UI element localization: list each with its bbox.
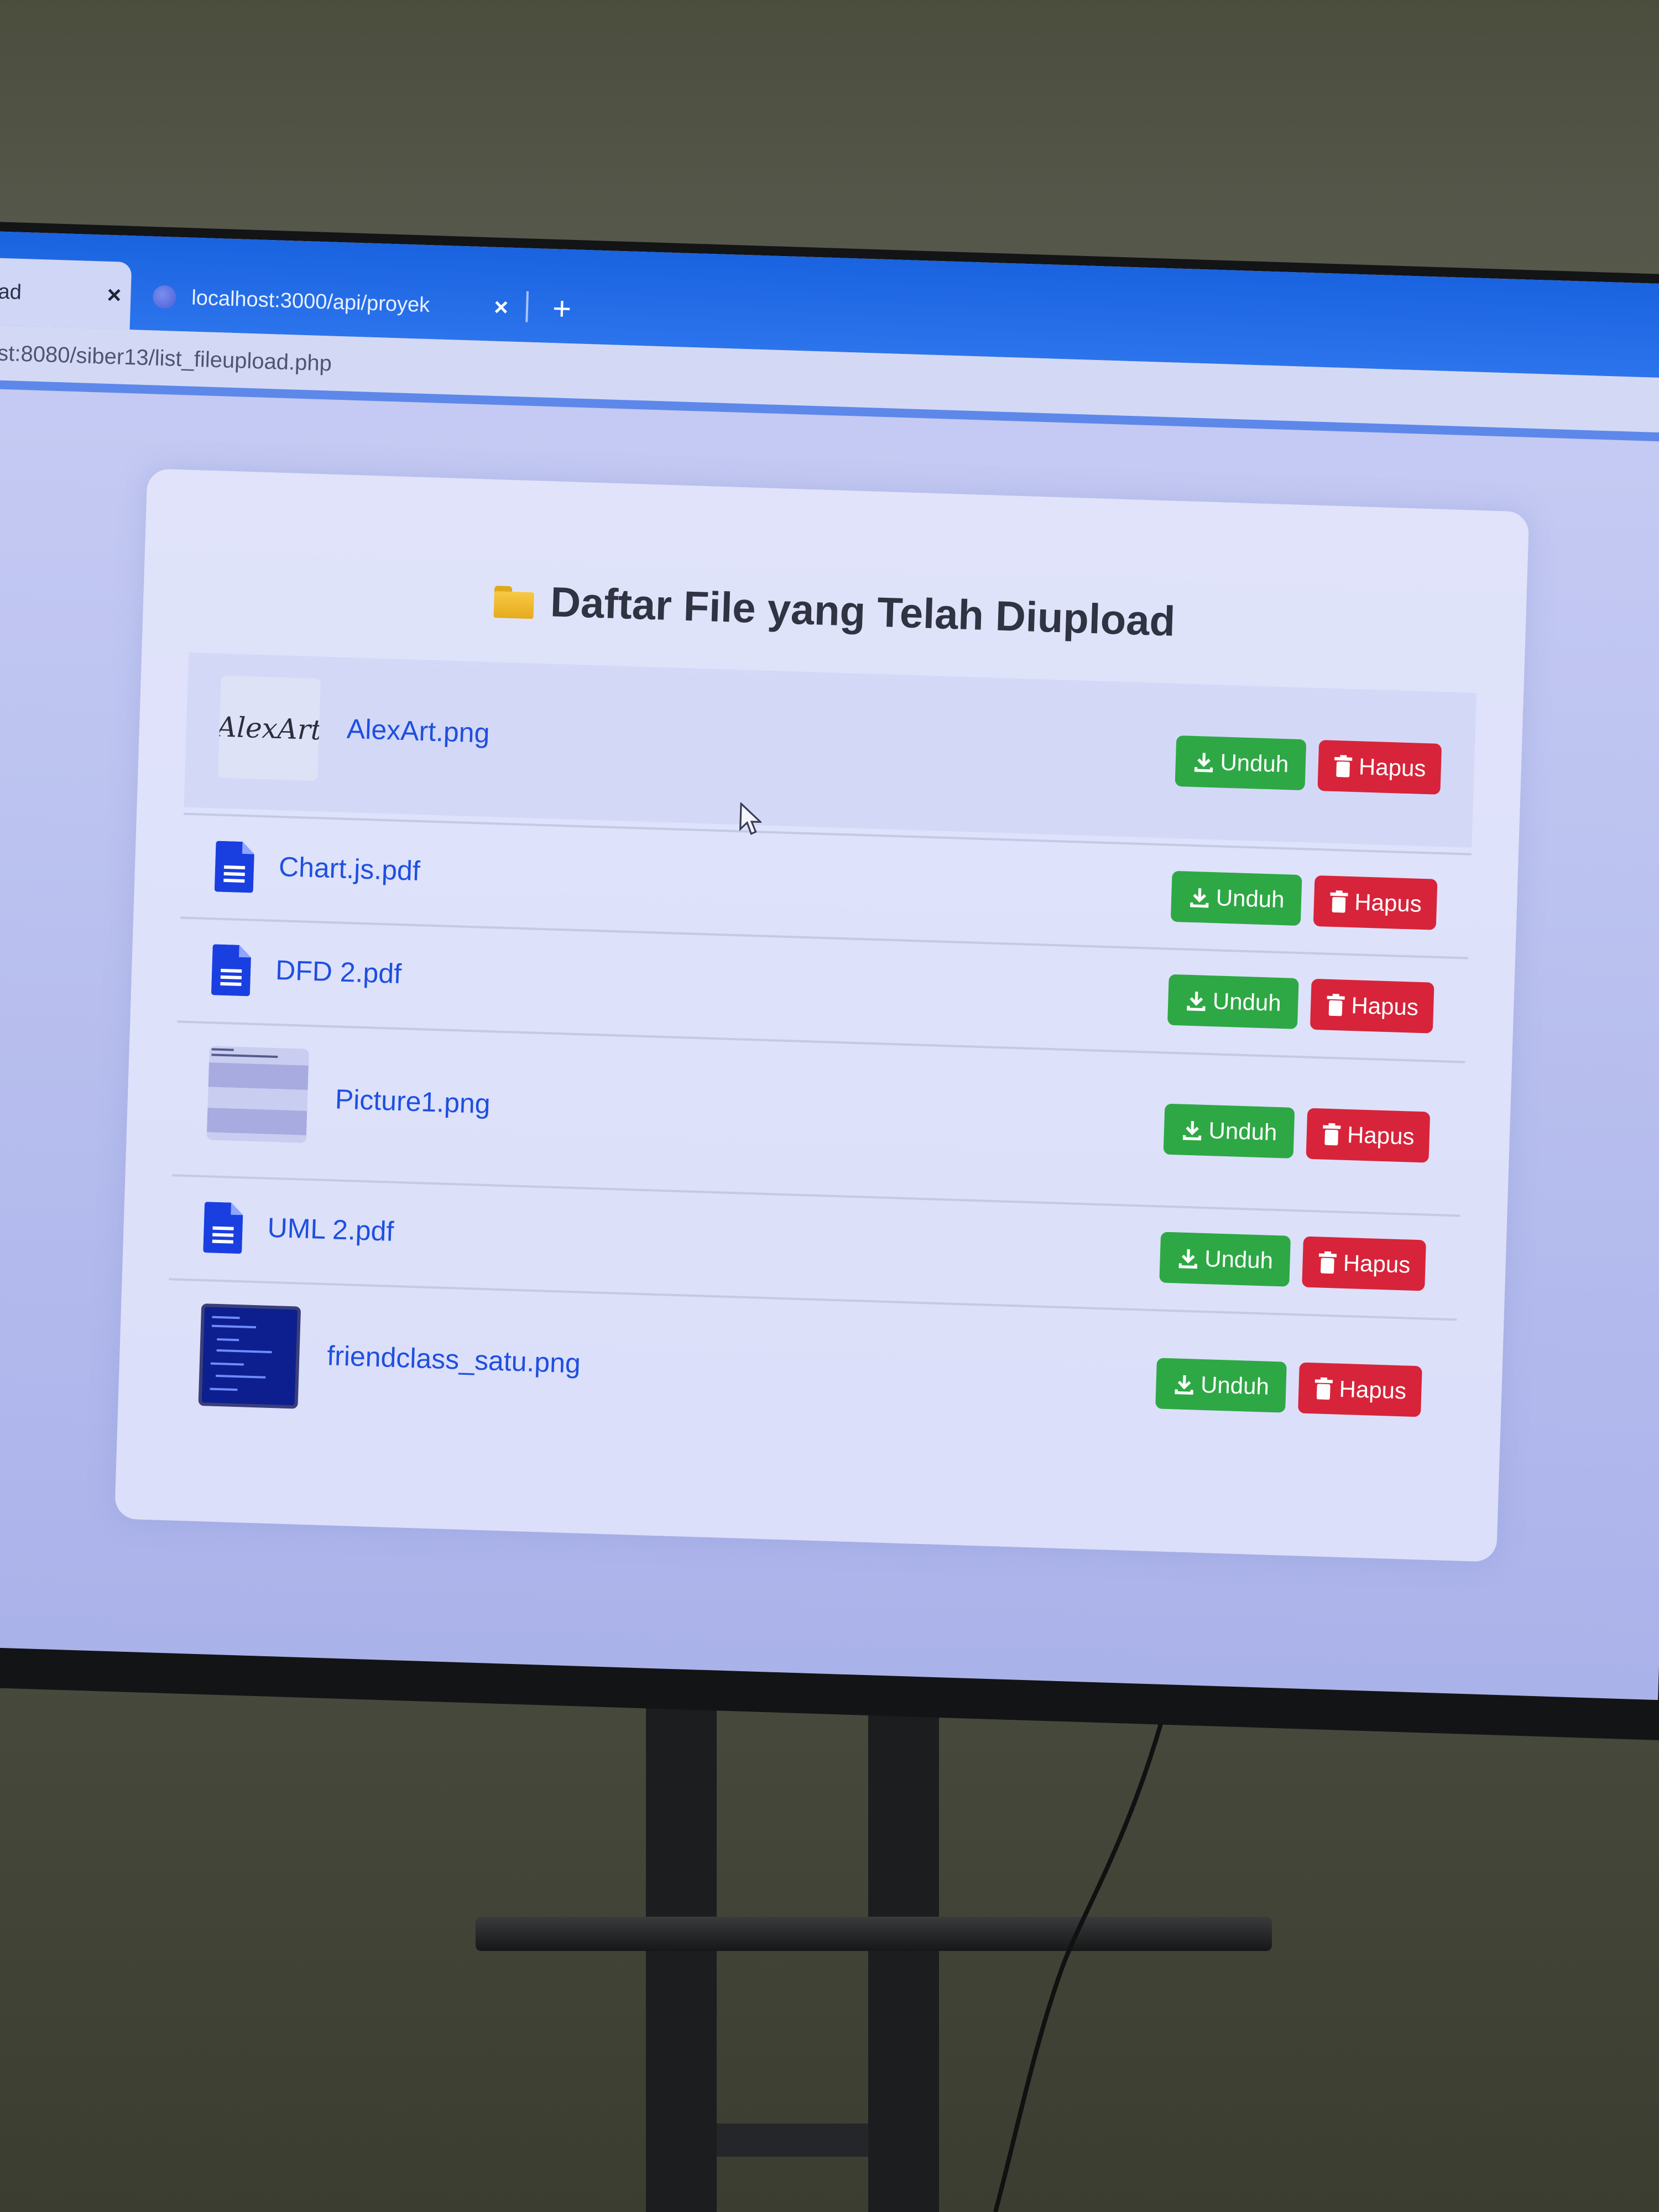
download-icon bbox=[1182, 1121, 1201, 1141]
file-list-card: Daftar File yang Telah Diupload AlexArt … bbox=[114, 468, 1530, 1562]
tab-separator bbox=[525, 291, 529, 322]
file-link[interactable]: AlexArt.png bbox=[346, 713, 490, 749]
download-label: Unduh bbox=[1200, 1371, 1270, 1400]
download-icon bbox=[1175, 1375, 1193, 1395]
tab-inactive-close-icon[interactable]: × bbox=[484, 293, 518, 322]
delete-label: Hapus bbox=[1343, 1249, 1411, 1278]
file-thumbnail: AlexArt bbox=[218, 675, 321, 781]
folder-icon bbox=[493, 586, 534, 619]
tab-active-label: ad bbox=[0, 280, 22, 304]
download-button[interactable]: Unduh bbox=[1159, 1232, 1291, 1287]
tab-active-close-icon[interactable]: × bbox=[97, 281, 132, 310]
delete-label: Hapus bbox=[1339, 1375, 1407, 1404]
monitor-stand-crossbar bbox=[717, 2124, 868, 2157]
delete-button[interactable]: Hapus bbox=[1302, 1236, 1426, 1291]
download-button[interactable]: Unduh bbox=[1170, 870, 1302, 926]
trash-icon bbox=[1334, 755, 1353, 778]
trash-icon bbox=[1315, 1377, 1333, 1400]
trash-icon bbox=[1330, 890, 1348, 913]
delete-button[interactable]: Hapus bbox=[1310, 978, 1434, 1034]
download-label: Unduh bbox=[1208, 1117, 1278, 1145]
download-button[interactable]: Unduh bbox=[1167, 974, 1299, 1030]
file-link[interactable]: friendclass_satu.png bbox=[327, 1339, 581, 1379]
download-label: Unduh bbox=[1215, 884, 1285, 913]
download-icon bbox=[1190, 888, 1209, 908]
monitor-screen: ad × localhost:3000/api/proyek × + ost:8… bbox=[0, 231, 1659, 1700]
mouse-cursor-icon bbox=[739, 802, 763, 836]
document-icon bbox=[203, 1202, 243, 1254]
download-button[interactable]: Unduh bbox=[1155, 1358, 1287, 1413]
download-button[interactable]: Unduh bbox=[1175, 735, 1307, 791]
download-icon bbox=[1194, 753, 1213, 773]
delete-button[interactable]: Hapus bbox=[1298, 1362, 1422, 1417]
download-label: Unduh bbox=[1212, 988, 1282, 1016]
document-icon bbox=[214, 841, 254, 893]
alexart-logo: AlexArt bbox=[218, 710, 321, 746]
globe-icon bbox=[152, 285, 177, 309]
tab-localhost-api-proyek[interactable]: localhost:3000/api/proyek × bbox=[135, 262, 519, 342]
trash-icon bbox=[1327, 994, 1345, 1016]
tab-active[interactable]: ad × bbox=[0, 257, 132, 330]
page-title: Daftar File yang Telah Diupload bbox=[143, 565, 1526, 656]
download-label: Unduh bbox=[1219, 749, 1289, 778]
new-tab-button[interactable]: + bbox=[539, 286, 585, 331]
monitor-cable bbox=[993, 1659, 1180, 2212]
file-thumbnail bbox=[206, 1046, 309, 1143]
file-thumbnail bbox=[198, 1303, 301, 1409]
address-url[interactable]: ost:8080/siber13/list_fileupload.php bbox=[0, 341, 332, 377]
delete-label: Hapus bbox=[1350, 992, 1419, 1020]
download-icon bbox=[1186, 992, 1206, 1011]
file-link[interactable]: UML 2.pdf bbox=[267, 1212, 395, 1248]
file-link[interactable]: DFD 2.pdf bbox=[275, 954, 402, 990]
download-icon bbox=[1178, 1249, 1197, 1269]
delete-label: Hapus bbox=[1354, 889, 1422, 917]
download-button[interactable]: Unduh bbox=[1163, 1103, 1295, 1159]
tab-inactive-label: localhost:3000/api/proyek bbox=[191, 286, 430, 317]
file-link[interactable]: Picture1.png bbox=[335, 1083, 491, 1120]
delete-label: Hapus bbox=[1358, 753, 1427, 782]
delete-button[interactable]: Hapus bbox=[1313, 875, 1438, 930]
file-link[interactable]: Chart.js.pdf bbox=[278, 851, 420, 887]
page-title-text: Daftar File yang Telah Diupload bbox=[549, 578, 1176, 645]
trash-icon bbox=[1323, 1123, 1341, 1146]
delete-label: Hapus bbox=[1347, 1121, 1415, 1150]
delete-button[interactable]: Hapus bbox=[1306, 1108, 1431, 1163]
trash-icon bbox=[1319, 1251, 1337, 1274]
download-label: Unduh bbox=[1204, 1245, 1274, 1274]
delete-button[interactable]: Hapus bbox=[1317, 740, 1442, 795]
document-icon bbox=[211, 944, 251, 997]
